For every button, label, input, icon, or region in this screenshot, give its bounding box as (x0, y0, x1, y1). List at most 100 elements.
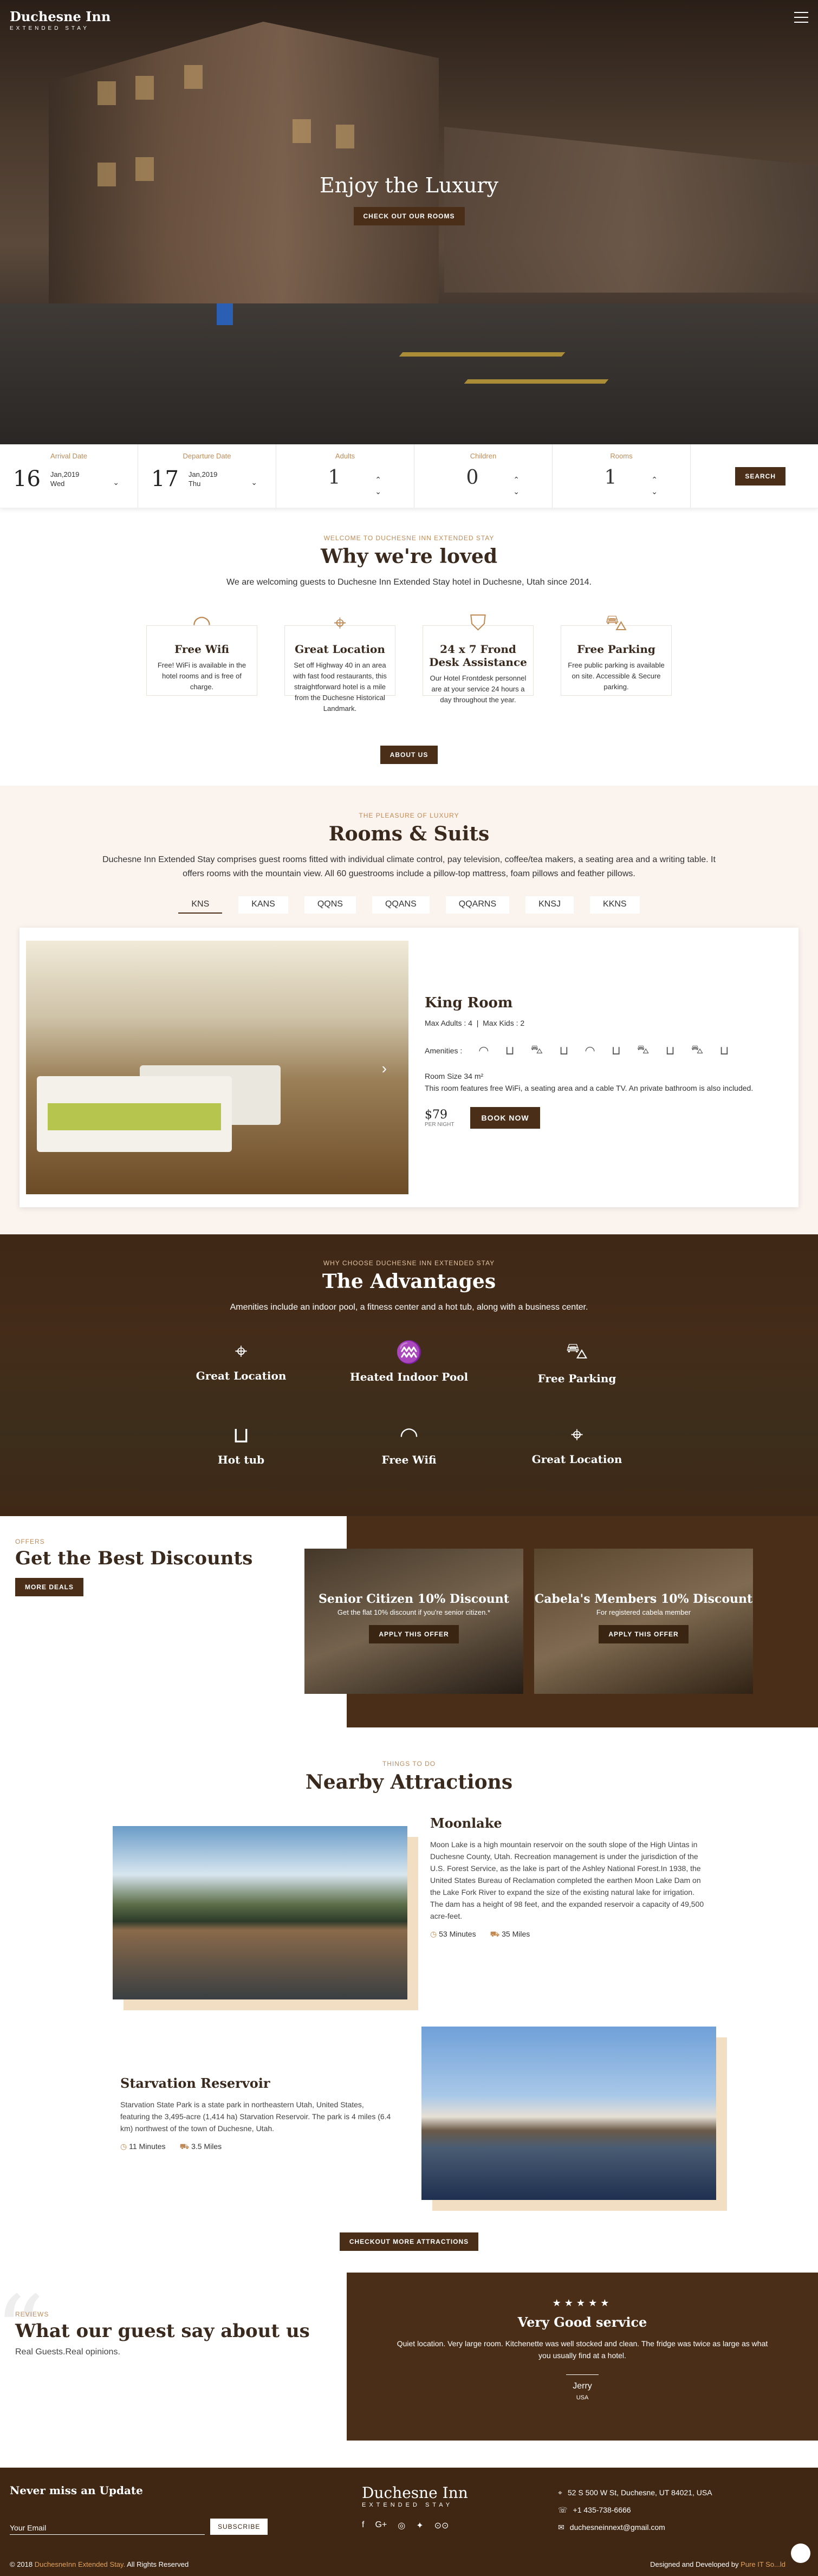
review-card: ★★★★★ Very Good service Quiet location. … (347, 2273, 818, 2441)
stepper-arrows-icon[interactable]: ⌃ ⌄ (651, 474, 658, 497)
chevron-down-icon[interactable]: ⌄ (113, 478, 119, 487)
tab-kns[interactable]: KNS (178, 896, 223, 914)
amenities-row: Amenities : ◠ ⊔ ⛍ ⊔ ◠ ⊔ ⛍ ⊔ ⛍ ⊔ (425, 1043, 792, 1058)
bathtub-icon: ⊔ (505, 1043, 515, 1057)
section-title: Rooms & Suits (328, 823, 490, 845)
travel-distance: 3.5 Miles (191, 2142, 222, 2151)
tab-kans[interactable]: KANS (238, 896, 288, 914)
room-description: This room features free WiFi, a seating … (425, 1084, 754, 1092)
bathtub-icon: ⊔ (719, 1043, 729, 1057)
advantage-title: Hot tub (217, 1453, 265, 1466)
tab-qqarns[interactable]: QQARNS (445, 896, 510, 914)
section-title: The Advantages (322, 1270, 496, 1293)
bathtub-icon: ⊔ (611, 1043, 621, 1057)
offer-card: Senior Citizen 10% Discount Get the flat… (304, 1549, 523, 1694)
footer-phone[interactable]: +1 435-738-6666 (573, 2506, 631, 2514)
hero-parking-lot (0, 303, 818, 444)
logo-title: Duchesne Inn (10, 9, 111, 24)
hero-window (184, 65, 203, 89)
reviewer-country: USA (576, 2394, 589, 2401)
bathtub-icon: ⊔ (232, 1423, 250, 1447)
offer-text: For registered cabela member (596, 1608, 691, 1616)
google-plus-icon[interactable]: G+ (375, 2520, 387, 2531)
designer-name[interactable]: Pure IT So...ld (741, 2560, 785, 2568)
twitter-icon[interactable]: ✦ (416, 2520, 423, 2531)
search-button[interactable]: SEARCH (735, 467, 785, 486)
chevron-down-icon[interactable]: ⌄ (251, 478, 257, 487)
parking-icon: ⛍ (637, 1043, 650, 1056)
feature-card: ◠ Free Wifi Free! WiFi is available in t… (146, 611, 257, 714)
section-eyebrow: THINGS TO DO (382, 1760, 436, 1768)
children-stepper[interactable]: Children 0 ⌃ ⌄ (414, 444, 553, 508)
wifi-icon: ◠ (478, 1043, 489, 1057)
tab-qqans[interactable]: QQANS (372, 896, 430, 914)
feature-text: Free! WiFi is available in the hotel roo… (157, 661, 246, 691)
book-now-button[interactable]: BOOK NOW (470, 1107, 540, 1129)
about-us-button[interactable]: ABOUT US (380, 746, 438, 764)
attraction-item: Starvation Reservoir Starvation State Pa… (0, 2027, 818, 2227)
tab-qqns[interactable]: QQNS (304, 896, 356, 914)
location-pin-icon: ⌖ (558, 2488, 562, 2497)
hero-window (336, 125, 354, 148)
apply-offer-button[interactable]: APPLY THIS OFFER (369, 1625, 459, 1643)
feature-title: Free Wifi (174, 643, 230, 656)
advantage-item: ♒ Heated Indoor Pool (333, 1339, 485, 1385)
arrival-date-picker[interactable]: Arrival Date 16 Jan,2019 Wed ⌄ (0, 444, 138, 508)
attraction-name: Moonlake (430, 1815, 502, 1831)
parking-icon: ⛍ (530, 1043, 543, 1056)
moonlake-photo (113, 1826, 418, 2010)
offer-title: Cabela's Members 10% Discount (534, 1592, 753, 1606)
offer-card: Cabela's Members 10% Discount For regist… (534, 1549, 753, 1694)
apply-offer-button[interactable]: APPLY THIS OFFER (599, 1625, 689, 1643)
departure-label: Departure Date (183, 452, 231, 460)
section-eyebrow: THE PLEASURE OF LUXURY (359, 812, 459, 819)
children-label: Children (470, 452, 497, 460)
advantage-item: ⌖ Great Location (165, 1339, 317, 1385)
rooms-value: 1 (604, 467, 617, 489)
site-logo[interactable]: Duchesne Inn EXTENDED STAY (10, 9, 111, 31)
instagram-icon[interactable]: ◎ (398, 2520, 405, 2531)
adults-stepper[interactable]: Adults 1 ⌃ ⌄ (276, 444, 414, 508)
feature-text: Our Hotel Frontdesk personnel are at you… (430, 674, 527, 704)
footer-address: 52 S 500 W St, Duchesne, UT 84021, USA (567, 2488, 712, 2497)
tab-knsj[interactable]: KNSJ (525, 896, 574, 914)
section-eyebrow: WHY CHOOSE DUCHESNE INN EXTENDED STAY (323, 1259, 495, 1267)
location-pin-icon: ⌖ (235, 1339, 248, 1363)
tab-kkns[interactable]: KKNS (590, 896, 640, 914)
subscribe-button[interactable]: SUBSCRIBE (210, 2519, 268, 2535)
reservoir-photo (421, 2027, 727, 2211)
rooms-stepper[interactable]: Rooms 1 ⌃ ⌄ (553, 444, 691, 508)
email-field[interactable] (10, 2521, 205, 2535)
advantage-item: ◠ Free Wifi (333, 1423, 485, 1466)
chat-widget-icon[interactable] (791, 2543, 810, 2563)
phone-icon: ☏ (558, 2506, 568, 2514)
departure-weekday: Thu (188, 480, 201, 488)
chevron-right-icon[interactable]: › (382, 1060, 387, 1077)
parking-icon: ⛍ (691, 1043, 704, 1056)
hero-window (98, 81, 116, 105)
facebook-icon[interactable]: f (362, 2520, 364, 2531)
arrival-month: Jan,2019 (50, 470, 80, 478)
more-attractions-button[interactable]: CHECKOUT MORE ATTRACTIONS (339, 2232, 479, 2251)
footer-logo-title: Duchesne Inn (362, 2484, 468, 2502)
footer-email[interactable]: duchesneinnext@gmail.com (570, 2523, 665, 2532)
tripadvisor-icon[interactable]: ⊙⊙ (434, 2520, 449, 2531)
stepper-arrows-icon[interactable]: ⌃ ⌄ (513, 474, 520, 497)
copyright-name[interactable]: DuchesneInn Extended Stay. (35, 2560, 125, 2568)
check-rooms-button[interactable]: CHECK OUT OUR ROOMS (353, 207, 465, 225)
parking-icon: ⛍ (566, 1339, 588, 1363)
footer-logo-subtitle: EXTENDED STAY (362, 2502, 453, 2508)
hamburger-menu-icon[interactable] (794, 12, 808, 23)
more-deals-button[interactable]: MORE DEALS (15, 1578, 84, 1596)
max-adults: Max Adults : 4 (425, 1019, 472, 1027)
section-title: What our guest say about us (15, 2320, 310, 2342)
travel-time: 53 Minutes (439, 1930, 476, 1938)
feature-card: ⌖ Great Location Set off Highway 40 in a… (284, 611, 395, 714)
rooms-section: THE PLEASURE OF LUXURY Rooms & Suits Duc… (0, 786, 818, 1234)
children-value: 0 (466, 467, 479, 489)
advantages-section: WHY CHOOSE DUCHESNE INN EXTENDED STAY Th… (0, 1234, 818, 1516)
stepper-arrows-icon[interactable]: ⌃ ⌄ (375, 474, 381, 497)
advantage-item: ⊔ Hot tub (165, 1423, 317, 1466)
section-lead: Amenities include an indoor pool, a fitn… (230, 1303, 588, 1312)
departure-date-picker[interactable]: Departure Date 17 Jan,2019 Thu ⌄ (138, 444, 276, 508)
